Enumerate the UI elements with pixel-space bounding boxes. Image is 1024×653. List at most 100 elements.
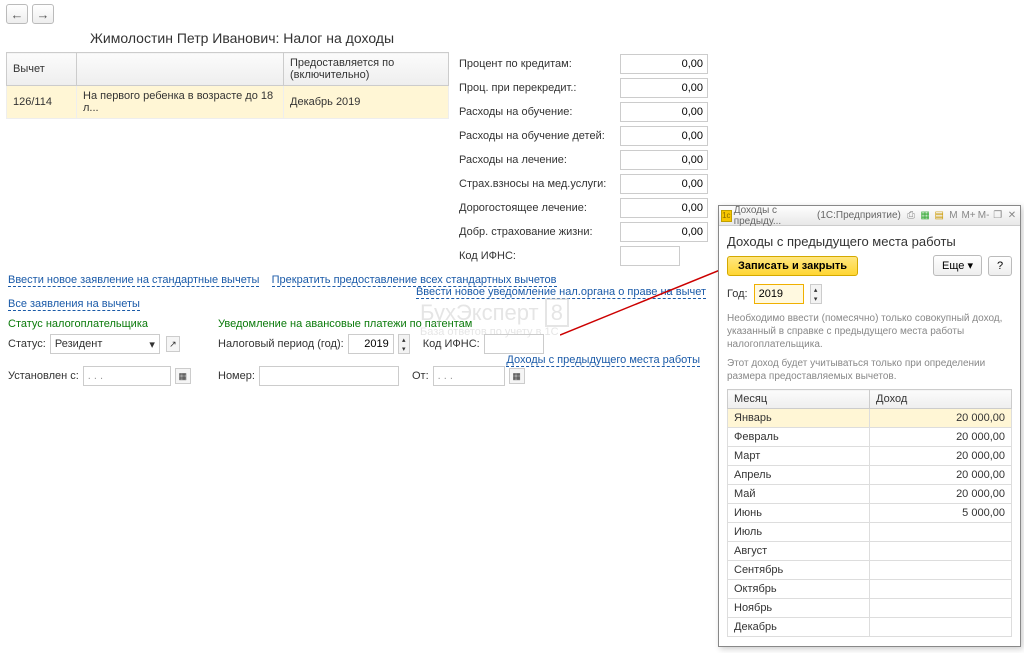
lbl-exp-med: Дорогостоящее лечение: [459, 202, 614, 214]
month-cell: Июль [728, 523, 870, 542]
spinner-up-icon[interactable]: ▴ [811, 285, 821, 294]
patent-ifns-input[interactable] [484, 334, 544, 354]
credit-pct-input[interactable] [620, 54, 708, 74]
popup-hint2: Этот доход будет учитываться только при … [727, 357, 1012, 389]
ifns-code-input[interactable] [620, 246, 680, 266]
table-row[interactable]: Октябрь [728, 580, 1012, 599]
tb-mminus-icon[interactable]: M- [978, 209, 990, 223]
table-row[interactable]: Апрель20 000,00 [728, 466, 1012, 485]
status-open-button[interactable]: ↗ [166, 336, 180, 352]
popup-tab-title: Доходы с предыду... [734, 205, 815, 227]
tb-calc-icon[interactable]: ▦ [919, 209, 931, 223]
tax-period-input[interactable] [348, 334, 394, 354]
spinner-up-icon[interactable]: ▴ [399, 335, 409, 344]
income-cell[interactable]: 20 000,00 [870, 466, 1012, 485]
deduction-table[interactable]: Вычет Предоставляется по (включительно) … [6, 52, 449, 119]
tb-restore-icon[interactable]: ❐ [992, 209, 1004, 223]
more-button[interactable]: Еще ▾ [933, 255, 982, 276]
income-cell[interactable]: 20 000,00 [870, 485, 1012, 504]
save-close-button[interactable]: Записать и закрыть [727, 256, 858, 276]
tax-period-spinner[interactable]: ▴▾ [398, 334, 410, 354]
app-1c-icon: 1c [721, 210, 732, 222]
lbl-set-from: Установлен с: [8, 370, 79, 382]
table-row[interactable]: Ноябрь [728, 599, 1012, 618]
month-cell: Август [728, 542, 870, 561]
toolbar: ← → [0, 0, 714, 28]
med-ins-input[interactable] [620, 174, 708, 194]
year-spinner[interactable]: ▴▾ [810, 284, 822, 304]
calendar-icon[interactable]: ▦ [509, 368, 525, 384]
link-prev-income[interactable]: Доходы с предыдущего места работы [506, 354, 700, 367]
table-row[interactable]: Январь20 000,00 [728, 409, 1012, 428]
med-input[interactable] [620, 150, 708, 170]
edu-input[interactable] [620, 102, 708, 122]
lbl-med: Расходы на лечение: [459, 154, 614, 166]
th-desc [77, 53, 284, 86]
income-cell[interactable]: 20 000,00 [870, 409, 1012, 428]
spinner-down-icon[interactable]: ▾ [399, 344, 409, 353]
status-select[interactable]: Резидент ▾ [50, 334, 160, 354]
lbl-edu: Расходы на обучение: [459, 106, 614, 118]
income-cell[interactable]: 20 000,00 [870, 428, 1012, 447]
lbl-number: Номер: [218, 370, 255, 382]
month-cell: Май [728, 485, 870, 504]
tb-print-icon[interactable]: ⎙ [905, 209, 917, 223]
tb-m-icon[interactable]: M [947, 209, 959, 223]
income-cell[interactable] [870, 542, 1012, 561]
income-cell[interactable] [870, 618, 1012, 637]
right-fields: Процент по кредитам: Проц. при перекреди… [459, 52, 708, 268]
patent-number-input[interactable] [259, 366, 399, 386]
ded-until: Декабрь 2019 [284, 86, 449, 119]
prev-income-popup: 1c Доходы с предыду... (1С:Предприятие) … [718, 205, 1021, 647]
month-cell: Март [728, 447, 870, 466]
months-table[interactable]: Месяц Доход Январь20 000,00Февраль20 000… [727, 389, 1012, 637]
lbl-recredit-pct: Проц. при перекредит.: [459, 82, 614, 94]
th-code: Вычет [7, 53, 77, 86]
income-cell[interactable]: 20 000,00 [870, 447, 1012, 466]
table-row[interactable]: Май20 000,00 [728, 485, 1012, 504]
table-row[interactable]: Декабрь [728, 618, 1012, 637]
lbl-edu-kids: Расходы на обучение детей: [459, 130, 614, 142]
lbl-from: От: [412, 370, 429, 382]
link-all-req[interactable]: Все заявления на вычеты [8, 298, 140, 311]
recredit-pct-input[interactable] [620, 78, 708, 98]
table-row[interactable]: Июль [728, 523, 1012, 542]
popup-titlebar[interactable]: 1c Доходы с предыду... (1С:Предприятие) … [719, 206, 1020, 226]
exp-med-input[interactable] [620, 198, 708, 218]
month-cell: Ноябрь [728, 599, 870, 618]
close-icon[interactable]: ✕ [1006, 209, 1018, 223]
status-date-input[interactable] [83, 366, 171, 386]
income-cell[interactable] [870, 599, 1012, 618]
month-cell: Сентябрь [728, 561, 870, 580]
edu-kids-input[interactable] [620, 126, 708, 146]
table-row[interactable]: Август [728, 542, 1012, 561]
lbl-patent-ifns: Код ИФНС: [423, 338, 480, 350]
th-until: Предоставляется по (включительно) [284, 53, 449, 86]
income-cell[interactable] [870, 523, 1012, 542]
table-row[interactable]: Июнь5 000,00 [728, 504, 1012, 523]
help-button[interactable]: ? [988, 256, 1012, 276]
table-row[interactable]: Март20 000,00 [728, 447, 1012, 466]
month-cell: Июнь [728, 504, 870, 523]
income-cell[interactable]: 5 000,00 [870, 504, 1012, 523]
calendar-icon[interactable]: ▦ [175, 368, 191, 384]
tb-mplus-icon[interactable]: M+ [962, 209, 976, 223]
link-new-notice[interactable]: Ввести новое уведомление нал.органа о пр… [416, 286, 706, 299]
nav-back-button[interactable]: ← [6, 4, 28, 24]
tb-calendar-icon[interactable]: ▤ [933, 209, 945, 223]
income-cell[interactable] [870, 580, 1012, 599]
popup-app-name: (1С:Предприятие) [817, 210, 901, 221]
table-row[interactable]: 126/114 На первого ребенка в возрасте до… [7, 86, 449, 119]
link-stop-std[interactable]: Прекратить предоставление всех стандартн… [272, 274, 557, 287]
spinner-down-icon[interactable]: ▾ [811, 294, 821, 303]
link-new-std[interactable]: Ввести новое заявление на стандартные вы… [8, 274, 259, 287]
life-ins-input[interactable] [620, 222, 708, 242]
nav-forward-button[interactable]: → [32, 4, 54, 24]
popup-title: Доходы с предыдущего места работы [727, 232, 1012, 255]
section-status: Статус налогоплательщика [0, 316, 210, 332]
patent-from-input[interactable] [433, 366, 505, 386]
table-row[interactable]: Февраль20 000,00 [728, 428, 1012, 447]
table-row[interactable]: Сентябрь [728, 561, 1012, 580]
year-input[interactable] [754, 284, 804, 304]
income-cell[interactable] [870, 561, 1012, 580]
